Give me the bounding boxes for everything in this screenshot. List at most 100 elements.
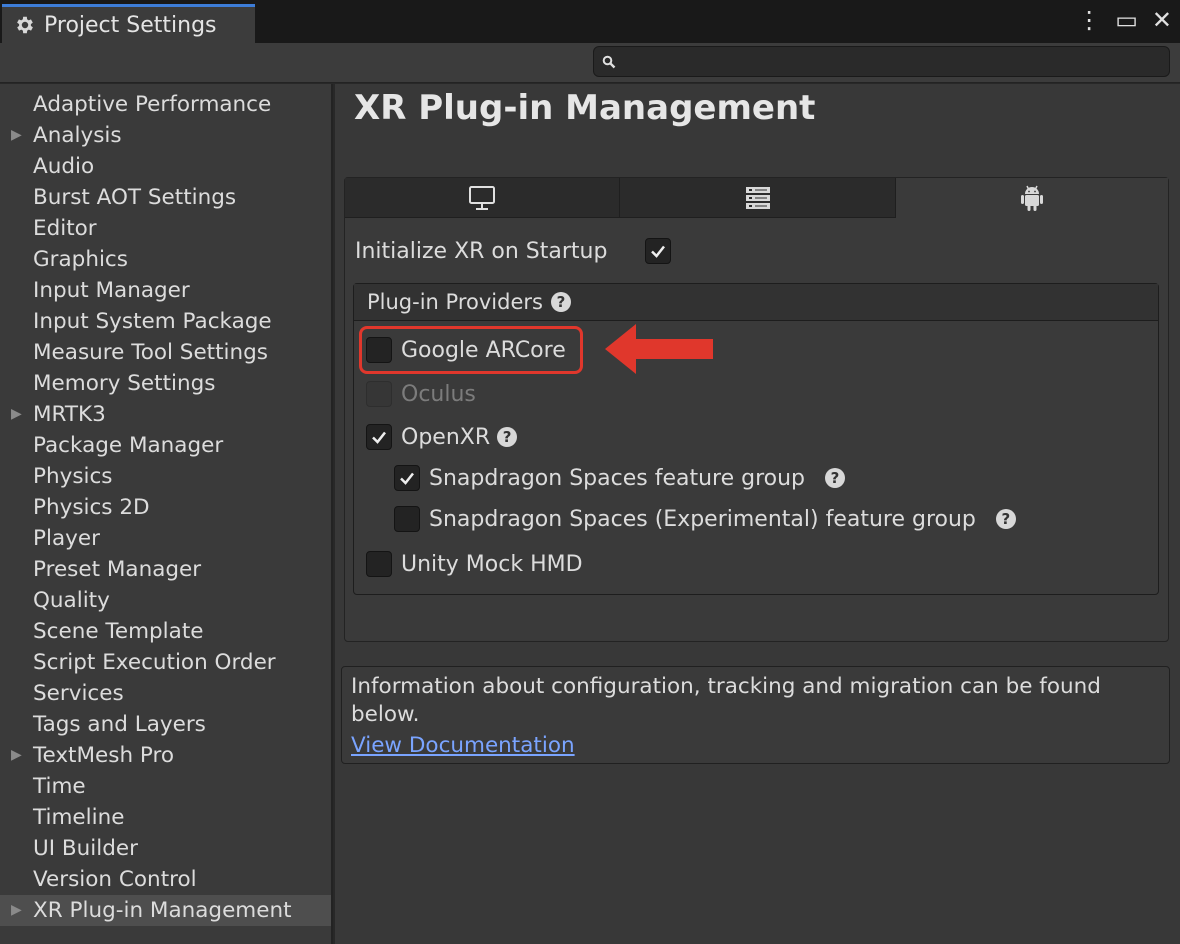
- sidebar-item-version-control[interactable]: Version Control: [0, 864, 331, 895]
- sidebar-item-scene-template[interactable]: Scene Template: [0, 616, 331, 647]
- tab-desktop[interactable]: [345, 178, 620, 218]
- help-icon[interactable]: ?: [550, 292, 571, 312]
- sidebar-item-memory-settings[interactable]: Memory Settings: [0, 368, 331, 399]
- provider-google-arcore: Google ARCore: [366, 334, 566, 366]
- kebab-menu-icon[interactable]: ⋮: [1077, 5, 1101, 35]
- initialize-xr-row: Initialize XR on Startup: [355, 236, 671, 266]
- android-icon: [1021, 185, 1043, 211]
- sidebar-item-mrtk3[interactable]: ▶ MRTK3: [0, 399, 331, 430]
- view-documentation-link[interactable]: View Documentation: [351, 729, 1160, 762]
- sidebar-item-label: Input System Package: [33, 309, 272, 334]
- sidebar-item-textmesh-pro[interactable]: ▶ TextMesh Pro: [0, 740, 331, 771]
- expand-arrow-icon[interactable]: ▶: [11, 120, 22, 151]
- checkmark-icon: [400, 472, 414, 485]
- info-text: Information about configuration, trackin…: [351, 674, 1101, 727]
- window-controls: ⋮ ▭ ✕: [1077, 5, 1172, 35]
- provider-snapdragon-spaces: Snapdragon Spaces feature group ?: [394, 462, 846, 494]
- sidebar-item-label: Script Execution Order: [33, 650, 276, 675]
- sidebar-item-services[interactable]: Services: [0, 678, 331, 709]
- provider-snapdragon-spaces-experimental: Snapdragon Spaces (Experimental) feature…: [394, 503, 1016, 535]
- sidebar-item-measure-tool-settings[interactable]: Measure Tool Settings: [0, 337, 331, 368]
- settings-main-panel: XR Plug-in Management Initialize XR on S…: [335, 84, 1180, 944]
- sidebar-item-editor[interactable]: Editor: [0, 213, 331, 244]
- sidebar-item-preset-manager[interactable]: Preset Manager: [0, 554, 331, 585]
- sidebar-item-label: Memory Settings: [33, 371, 216, 396]
- help-icon[interactable]: ?: [825, 468, 846, 488]
- sidebar-item-timeline[interactable]: Timeline: [0, 802, 331, 833]
- sidebar-item-player[interactable]: Player: [0, 523, 331, 554]
- sidebar-item-physics-2d[interactable]: Physics 2D: [0, 492, 331, 523]
- initialize-xr-checkbox[interactable]: [645, 238, 671, 264]
- provider-openxr: OpenXR ?: [366, 421, 518, 453]
- expand-arrow-icon[interactable]: ▶: [11, 740, 22, 771]
- sidebar-item-label: Audio: [33, 154, 95, 179]
- sidebar-item-physics[interactable]: Physics: [0, 461, 331, 492]
- desktop-icon: [469, 185, 495, 210]
- sidebar-item-input-manager[interactable]: Input Manager: [0, 275, 331, 306]
- sidebar-item-label: XR Plug-in Management: [33, 898, 292, 923]
- plugin-providers-header: Plug-in Providers ?: [354, 284, 1158, 321]
- sidebar-item-quality[interactable]: Quality: [0, 585, 331, 616]
- sidebar-item-label: Editor: [33, 216, 97, 241]
- sidebar-item-label: Time: [33, 774, 86, 799]
- sidebar-item-package-manager[interactable]: Package Manager: [0, 430, 331, 461]
- sidebar-item-time[interactable]: Time: [0, 771, 331, 802]
- provider-label: OpenXR: [401, 424, 491, 450]
- sidebar-item-graphics[interactable]: Graphics: [0, 244, 331, 275]
- info-box: Information about configuration, trackin…: [341, 666, 1170, 764]
- settings-sidebar: Adaptive Performance ▶ Analysis Audio Burst …: [0, 84, 333, 944]
- checkmark-icon: [651, 245, 665, 258]
- sidebar-item-label: Services: [33, 681, 124, 706]
- plugin-providers-title: Plug-in Providers: [367, 290, 543, 314]
- annotation-arrow-icon: [605, 324, 713, 374]
- snapdragon-spaces-experimental-checkbox[interactable]: [394, 506, 420, 532]
- sidebar-item-label: MRTK3: [33, 402, 106, 427]
- tab-android[interactable]: [896, 178, 1168, 218]
- sidebar-item-audio[interactable]: Audio: [0, 151, 331, 182]
- xr-settings-panel: Initialize XR on Startup Plug-in Provide…: [344, 177, 1169, 642]
- plugin-providers-panel: Plug-in Providers ? Google ARCore Oculus…: [353, 283, 1159, 595]
- unity-mock-hmd-checkbox[interactable]: [366, 551, 392, 577]
- settings-toolbar: [0, 43, 1180, 83]
- close-icon[interactable]: ✕: [1152, 5, 1172, 35]
- sidebar-item-label: Physics: [33, 464, 113, 489]
- sidebar-item-xr-plug-in-management[interactable]: ▶ XR Plug-in Management: [0, 895, 331, 926]
- checkmark-icon: [372, 431, 386, 444]
- maximize-icon[interactable]: ▭: [1115, 5, 1138, 35]
- provider-label: Oculus: [401, 381, 476, 407]
- sidebar-item-label: Burst AOT Settings: [33, 185, 237, 210]
- sidebar-item-label: Quality: [33, 588, 110, 613]
- sidebar-item-label: Timeline: [33, 805, 125, 830]
- sidebar-item-adaptive-performance[interactable]: Adaptive Performance: [0, 89, 331, 120]
- sidebar-item-label: Physics 2D: [33, 495, 150, 520]
- openxr-checkbox[interactable]: [366, 424, 392, 450]
- sidebar-item-label: Measure Tool Settings: [33, 340, 268, 365]
- provider-label: Unity Mock HMD: [401, 551, 583, 577]
- snapdragon-spaces-checkbox[interactable]: [394, 465, 420, 491]
- sidebar-item-label: Graphics: [33, 247, 128, 272]
- sidebar-item-script-execution-order[interactable]: Script Execution Order: [0, 647, 331, 678]
- sidebar-item-label: Input Manager: [33, 278, 190, 303]
- provider-label: Snapdragon Spaces (Experimental) feature…: [429, 506, 976, 532]
- page-title: XR Plug-in Management: [354, 88, 816, 128]
- expand-arrow-icon[interactable]: ▶: [11, 895, 22, 926]
- sidebar-item-tags-and-layers[interactable]: Tags and Layers: [0, 709, 331, 740]
- help-icon[interactable]: ?: [995, 509, 1016, 529]
- sidebar-item-ui-builder[interactable]: UI Builder: [0, 833, 331, 864]
- sidebar-item-label: Player: [33, 526, 100, 551]
- oculus-checkbox: [366, 381, 392, 407]
- sidebar-item-input-system-package[interactable]: Input System Package: [0, 306, 331, 337]
- tab-dedicated-server[interactable]: [620, 178, 896, 218]
- google-arcore-checkbox[interactable]: [366, 337, 392, 363]
- sidebar-item-label: UI Builder: [33, 836, 138, 861]
- sidebar-item-analysis[interactable]: ▶ Analysis: [0, 120, 331, 151]
- search-input[interactable]: [622, 49, 1162, 74]
- sidebar-item-label: Analysis: [33, 123, 122, 148]
- search-box[interactable]: [593, 46, 1170, 77]
- help-icon[interactable]: ?: [497, 427, 518, 447]
- sidebar-item-label: Preset Manager: [33, 557, 202, 582]
- expand-arrow-icon[interactable]: ▶: [11, 399, 22, 430]
- sidebar-item-burst-aot-settings[interactable]: Burst AOT Settings: [0, 182, 331, 213]
- sidebar-item-label: Version Control: [33, 867, 197, 892]
- project-settings-tab[interactable]: Project Settings: [2, 4, 255, 43]
